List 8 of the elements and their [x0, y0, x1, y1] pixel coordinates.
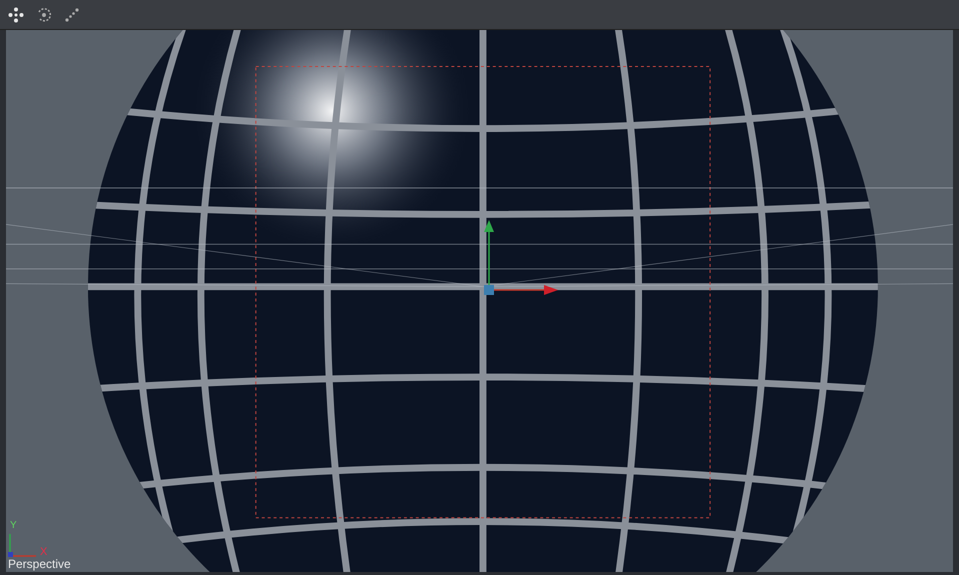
rotate-icon[interactable]	[36, 6, 52, 22]
axis-label: Y	[10, 519, 17, 533]
move-icon[interactable]	[8, 6, 24, 22]
camera-label: Perspective	[8, 558, 71, 570]
scale-icon[interactable]	[64, 6, 80, 22]
axis-label: X	[40, 545, 48, 559]
axis-icon	[8, 532, 38, 558]
viewport[interactable]: Y X Perspective	[6, 30, 953, 572]
